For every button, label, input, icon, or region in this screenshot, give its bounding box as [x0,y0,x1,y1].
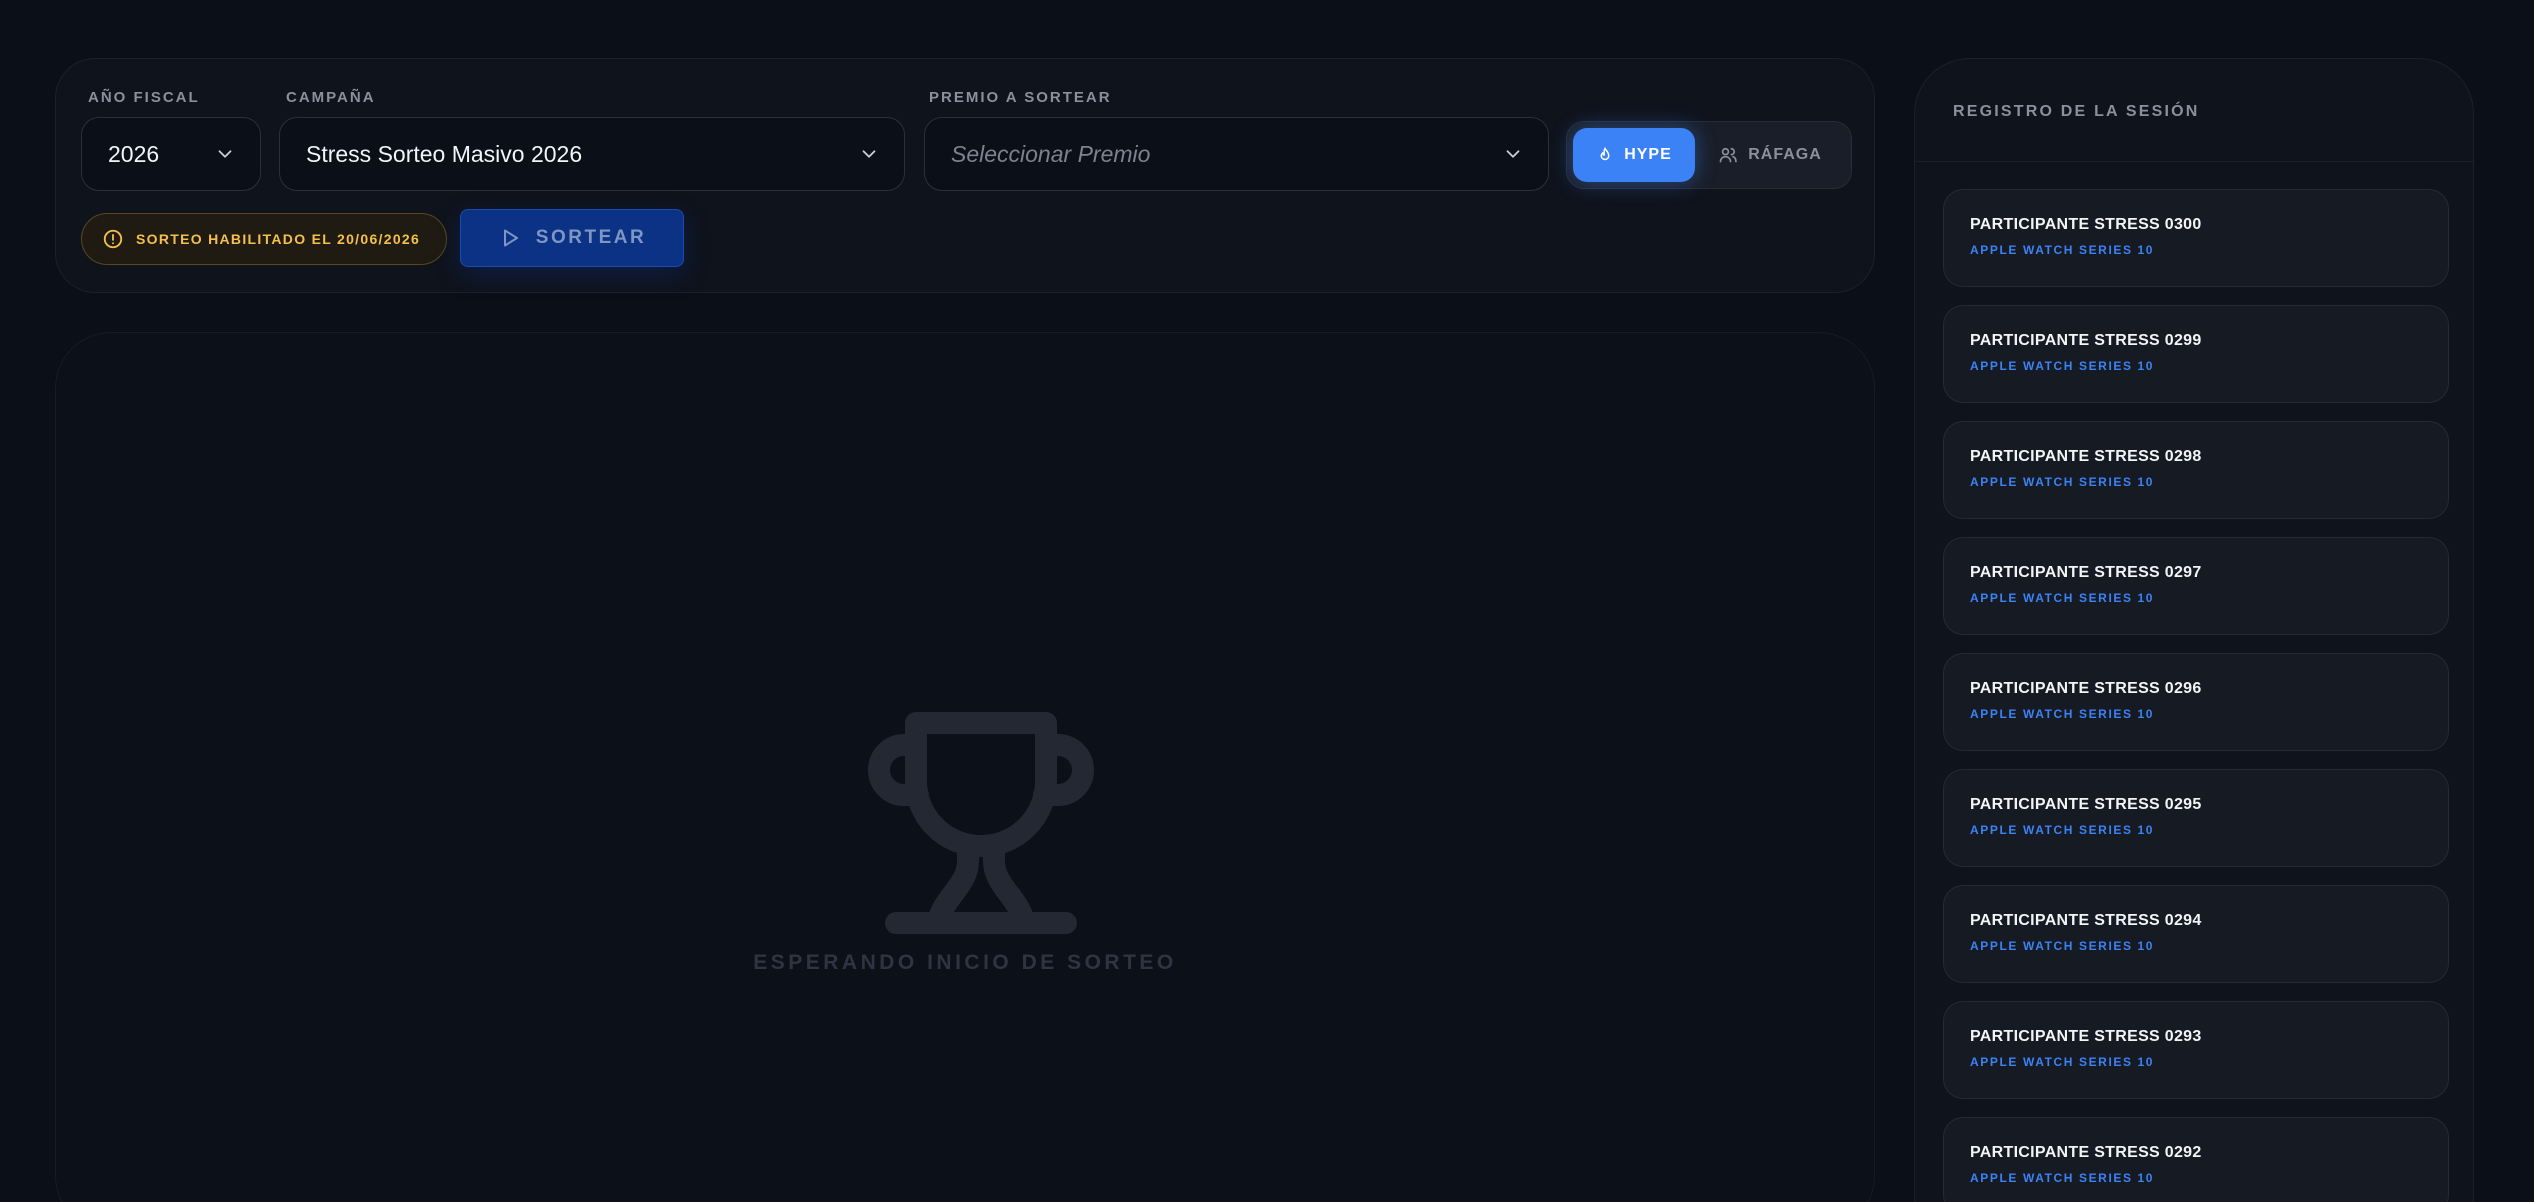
year-value: 2026 [108,140,160,167]
log-item: PARTICIPANTE STRESS 0295 APPLE WATCH SER… [1943,769,2449,867]
flame-icon [1600,147,1610,161]
mode-toggle: HYPE RÁFAGA [1566,121,1852,189]
winner-name: PARTICIPANTE STRESS 0298 [1970,448,2202,465]
session-log-title: REGISTRO DE LA SESIÓN [1953,103,2200,120]
winner-name: PARTICIPANTE STRESS 0300 [1970,216,2202,233]
log-item: PARTICIPANTE STRESS 0294 APPLE WATCH SER… [1943,885,2449,983]
winner-prize: APPLE WATCH SERIES 10 [1970,1055,2155,1069]
winner-prize: APPLE WATCH SERIES 10 [1970,359,2155,373]
winner-name: PARTICIPANTE STRESS 0296 [1970,680,2202,697]
year-select[interactable]: 2026 [81,117,261,191]
mode-hype-button[interactable]: HYPE [1573,128,1695,182]
log-item: PARTICIPANTE STRESS 0293 APPLE WATCH SER… [1943,1001,2449,1099]
winner-name: PARTICIPANTE STRESS 0295 [1970,796,2202,813]
log-item: PARTICIPANTE STRESS 0298 APPLE WATCH SER… [1943,421,2449,519]
winner-prize: APPLE WATCH SERIES 10 [1970,591,2155,605]
campaign-label: CAMPAÑA [286,89,376,106]
log-item: PARTICIPANTE STRESS 0292 APPLE WATCH SER… [1943,1117,2449,1202]
winner-prize: APPLE WATCH SERIES 10 [1970,939,2155,953]
winner-name: PARTICIPANTE STRESS 0299 [1970,332,2202,349]
prize-select[interactable]: Seleccionar Premio [924,117,1549,191]
play-icon [503,229,518,247]
session-log-list[interactable]: PARTICIPANTE STRESS 0300 APPLE WATCH SER… [1943,189,2449,1202]
winner-name: PARTICIPANTE STRESS 0297 [1970,564,2202,581]
log-item: PARTICIPANTE STRESS 0299 APPLE WATCH SER… [1943,305,2449,403]
divider [1915,161,2473,162]
mode-rafaga-label: RÁFAGA [1748,146,1822,163]
log-item: PARTICIPANTE STRESS 0300 APPLE WATCH SER… [1943,189,2449,287]
prize-placeholder: Seleccionar Premio [951,140,1151,167]
campaign-select[interactable]: Stress Sorteo Masivo 2026 [279,117,905,191]
winner-prize: APPLE WATCH SERIES 10 [1970,1171,2155,1185]
draw-stage: ESPERANDO INICIO DE SORTEO [55,332,1875,1202]
winner-name: PARTICIPANTE STRESS 0294 [1970,912,2202,929]
users-icon [1719,147,1737,163]
trophy-icon [868,712,1094,934]
chevron-down-icon [1506,150,1520,158]
year-label: AÑO FISCAL [88,89,200,106]
winner-prize: APPLE WATCH SERIES 10 [1970,823,2155,837]
log-item: PARTICIPANTE STRESS 0296 APPLE WATCH SER… [1943,653,2449,751]
prize-label: PREMIO A SORTEAR [929,89,1112,106]
notice-text: SORTEO HABILITADO EL 20/06/2026 [136,231,421,247]
chevron-down-icon [862,150,876,158]
winner-prize: APPLE WATCH SERIES 10 [1970,707,2155,721]
campaign-value: Stress Sorteo Masivo 2026 [306,140,583,167]
controls-panel: AÑO FISCAL 2026 CAMPAÑA Stress Sorteo Ma… [55,58,1875,293]
alert-circle-icon [103,229,123,249]
draw-enabled-notice: SORTEO HABILITADO EL 20/06/2026 [81,213,447,265]
mode-hype-label: HYPE [1624,146,1672,163]
chevron-down-icon [218,150,232,158]
session-log-panel: REGISTRO DE LA SESIÓN PARTICIPANTE STRES… [1914,58,2474,1202]
mode-rafaga-button[interactable]: RÁFAGA [1695,128,1845,182]
draw-button-label: SORTEAR [535,227,647,248]
winner-prize: APPLE WATCH SERIES 10 [1970,243,2155,257]
log-item: PARTICIPANTE STRESS 0297 APPLE WATCH SER… [1943,537,2449,635]
winner-name: PARTICIPANTE STRESS 0292 [1970,1144,2202,1161]
draw-button[interactable]: SORTEAR [460,209,684,267]
winner-prize: APPLE WATCH SERIES 10 [1970,475,2155,489]
winner-name: PARTICIPANTE STRESS 0293 [1970,1028,2202,1045]
waiting-status: ESPERANDO INICIO DE SORTEO [753,951,1177,974]
